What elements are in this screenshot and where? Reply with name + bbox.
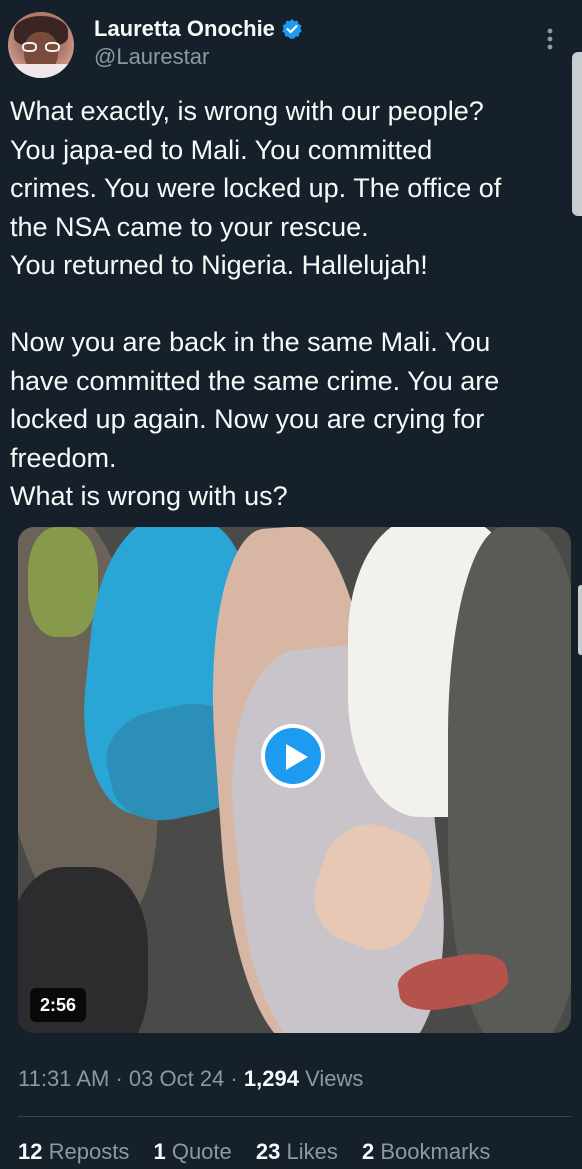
meta-separator: · — [230, 1066, 238, 1091]
reposts-label: Reposts — [48, 1139, 130, 1164]
verified-badge-icon — [281, 18, 303, 40]
quotes-stat[interactable]: 1 Quote — [153, 1139, 231, 1164]
play-button[interactable] — [261, 724, 325, 788]
avatar-glasses — [22, 42, 60, 52]
engagement-stats: 12 Reposts 1 Quote 23 Likes 2 Bookmarks — [18, 1139, 490, 1165]
scrollbar-thumb[interactable] — [572, 52, 582, 216]
author-handle[interactable]: @Laurestar — [94, 44, 209, 70]
tweet-detail: Lauretta Onochie @Laurestar What exactly… — [0, 0, 582, 1169]
quotes-count: 1 — [153, 1139, 166, 1164]
likes-stat[interactable]: 23 Likes — [256, 1139, 338, 1164]
likes-label: Likes — [286, 1139, 338, 1164]
meta-separator: · — [115, 1066, 123, 1091]
quotes-label: Quote — [171, 1139, 232, 1164]
bookmarks-label: Bookmarks — [380, 1139, 491, 1164]
likes-count: 23 — [255, 1139, 281, 1164]
video-duration-badge: 2:56 — [30, 988, 87, 1022]
views-label: Views — [305, 1066, 364, 1091]
divider — [18, 1116, 572, 1117]
tweet-date[interactable]: 03 Oct 24 — [129, 1066, 224, 1091]
tweet-meta: 11:31 AM · 03 Oct 24 · 1,294 Views — [18, 1066, 363, 1092]
bookmarks-stat[interactable]: 2 Bookmarks — [362, 1139, 490, 1164]
avatar-collar — [8, 64, 74, 78]
author-display-name[interactable]: Lauretta Onochie — [94, 16, 275, 42]
tweet-text: What exactly, is wrong with our people? … — [10, 96, 502, 511]
author-name-row[interactable]: Lauretta Onochie — [94, 14, 303, 44]
tweet-time[interactable]: 11:31 AM — [18, 1066, 109, 1091]
views-count: 1,294 — [243, 1066, 299, 1091]
bookmarks-count: 2 — [361, 1139, 375, 1164]
reposts-stat[interactable]: 12 Reposts — [18, 1139, 129, 1164]
play-icon — [286, 744, 308, 770]
avatar[interactable] — [8, 12, 74, 78]
more-options-icon[interactable] — [540, 24, 560, 54]
scrollbar-thumb-secondary[interactable] — [578, 585, 582, 655]
video-frame-shape — [28, 527, 98, 637]
reposts-count: 12 — [18, 1139, 43, 1164]
